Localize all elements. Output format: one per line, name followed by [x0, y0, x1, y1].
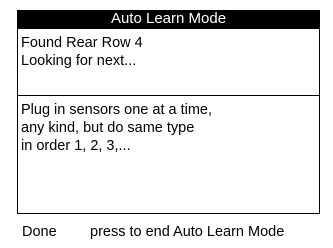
softkey-bar: Done press to end Auto Learn Mode — [17, 222, 329, 242]
auto-learn-screen: Auto Learn Mode Found Rear Row 4 Looking… — [0, 0, 333, 248]
status-line-found: Found Rear Row 4 — [21, 35, 143, 51]
instruction-line-1: Plug in sensors one at a time, — [21, 102, 213, 118]
status-panel: Found Rear Row 4 Looking for next... — [17, 28, 320, 96]
instruction-line-2: any kind, but do same type — [21, 120, 195, 136]
done-softkey[interactable]: Done — [22, 222, 57, 242]
status-line-looking: Looking for next... — [21, 53, 137, 69]
done-softkey-hint: press to end Auto Learn Mode — [90, 224, 285, 240]
instruction-line-3: in order 1, 2, 3,... — [21, 138, 131, 154]
screen-title: Auto Learn Mode — [17, 10, 320, 28]
instructions-text: Plug in sensors one at a time, any kind,… — [21, 101, 212, 155]
status-message: Found Rear Row 4 Looking for next... — [21, 34, 143, 70]
instructions-panel: Plug in sensors one at a time, any kind,… — [17, 95, 320, 214]
